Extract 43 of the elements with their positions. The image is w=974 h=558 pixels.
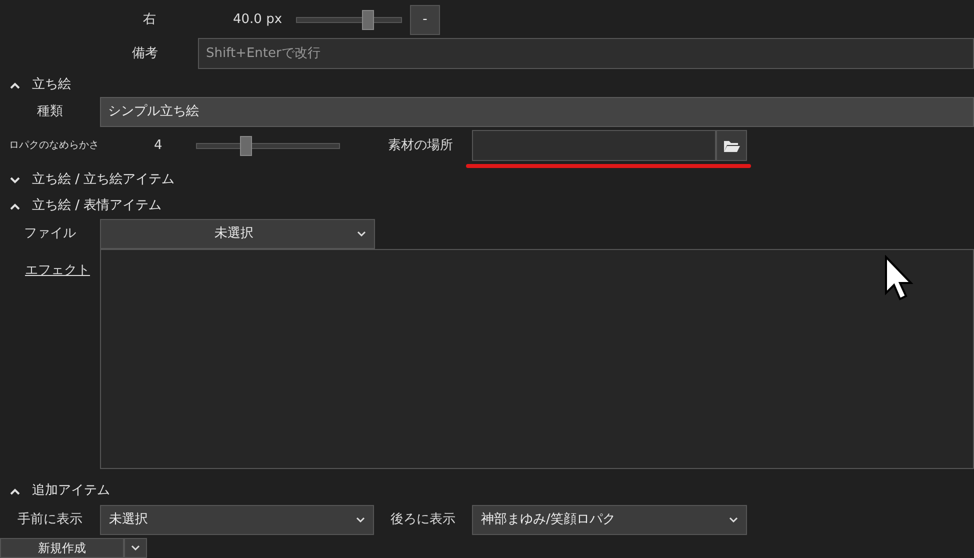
section-header[interactable]: 立ち絵	[0, 75, 974, 95]
location-field[interactable]	[472, 130, 716, 161]
minus-button[interactable]: -	[410, 5, 440, 35]
chevron-up-icon[interactable]	[10, 202, 20, 210]
caret-icon	[131, 545, 140, 551]
chevron-down-icon[interactable]	[10, 176, 20, 184]
section-header[interactable]: 立ち絵 / 表情アイテム	[0, 196, 974, 216]
slider-thumb[interactable]	[240, 136, 252, 156]
type-field[interactable]: シンプル立ち絵	[100, 97, 974, 127]
caret-icon	[357, 231, 366, 237]
folder-button[interactable]	[716, 130, 747, 161]
field-label: 右	[143, 11, 157, 30]
folder-icon	[722, 138, 740, 152]
slider[interactable]	[196, 136, 340, 156]
front-dropdown[interactable]: 未選択	[100, 505, 374, 535]
field-label: 手前に表示	[16, 511, 84, 530]
section-title: 立ち絵 / 表情アイテム	[32, 197, 162, 216]
effect-link[interactable]: エフェクト	[25, 263, 90, 278]
section-title: 追加アイテム	[32, 482, 110, 500]
field-label: 素材の場所	[388, 136, 454, 155]
slider-thumb[interactable]	[362, 10, 374, 30]
smooth-value: 4	[153, 136, 164, 155]
field-label: 備考	[131, 44, 159, 63]
note-field[interactable]: Shift+Enterで改行	[198, 38, 974, 69]
back-dropdown[interactable]: 神部まゆみ/笑顔ロパク	[472, 505, 747, 535]
field-label: ファイル	[23, 225, 77, 244]
mouse-pointer-icon	[884, 255, 914, 301]
field-label: ロパクのなめらかさ	[8, 139, 100, 153]
section-title: 立ち絵	[32, 76, 71, 94]
new-button[interactable]: 新規作成	[0, 538, 124, 558]
new-dropdown-button[interactable]	[124, 538, 147, 558]
chevron-up-icon[interactable]	[10, 488, 20, 494]
chevron-up-icon[interactable]	[10, 82, 20, 88]
value-text: 40.0 px	[233, 11, 284, 30]
section-title: 立ち絵 / 立ち絵アイテム	[32, 171, 175, 190]
section-header[interactable]: 追加アイテム	[0, 481, 974, 501]
section-header[interactable]: 立ち絵 / 立ち絵アイテム	[0, 170, 974, 190]
field-label: 種類	[36, 103, 64, 122]
file-dropdown[interactable]: 未選択	[100, 219, 375, 249]
slider[interactable]	[296, 10, 402, 30]
caret-icon	[729, 517, 738, 523]
field-label: 後ろに表示	[390, 511, 456, 530]
caret-icon	[356, 517, 365, 523]
